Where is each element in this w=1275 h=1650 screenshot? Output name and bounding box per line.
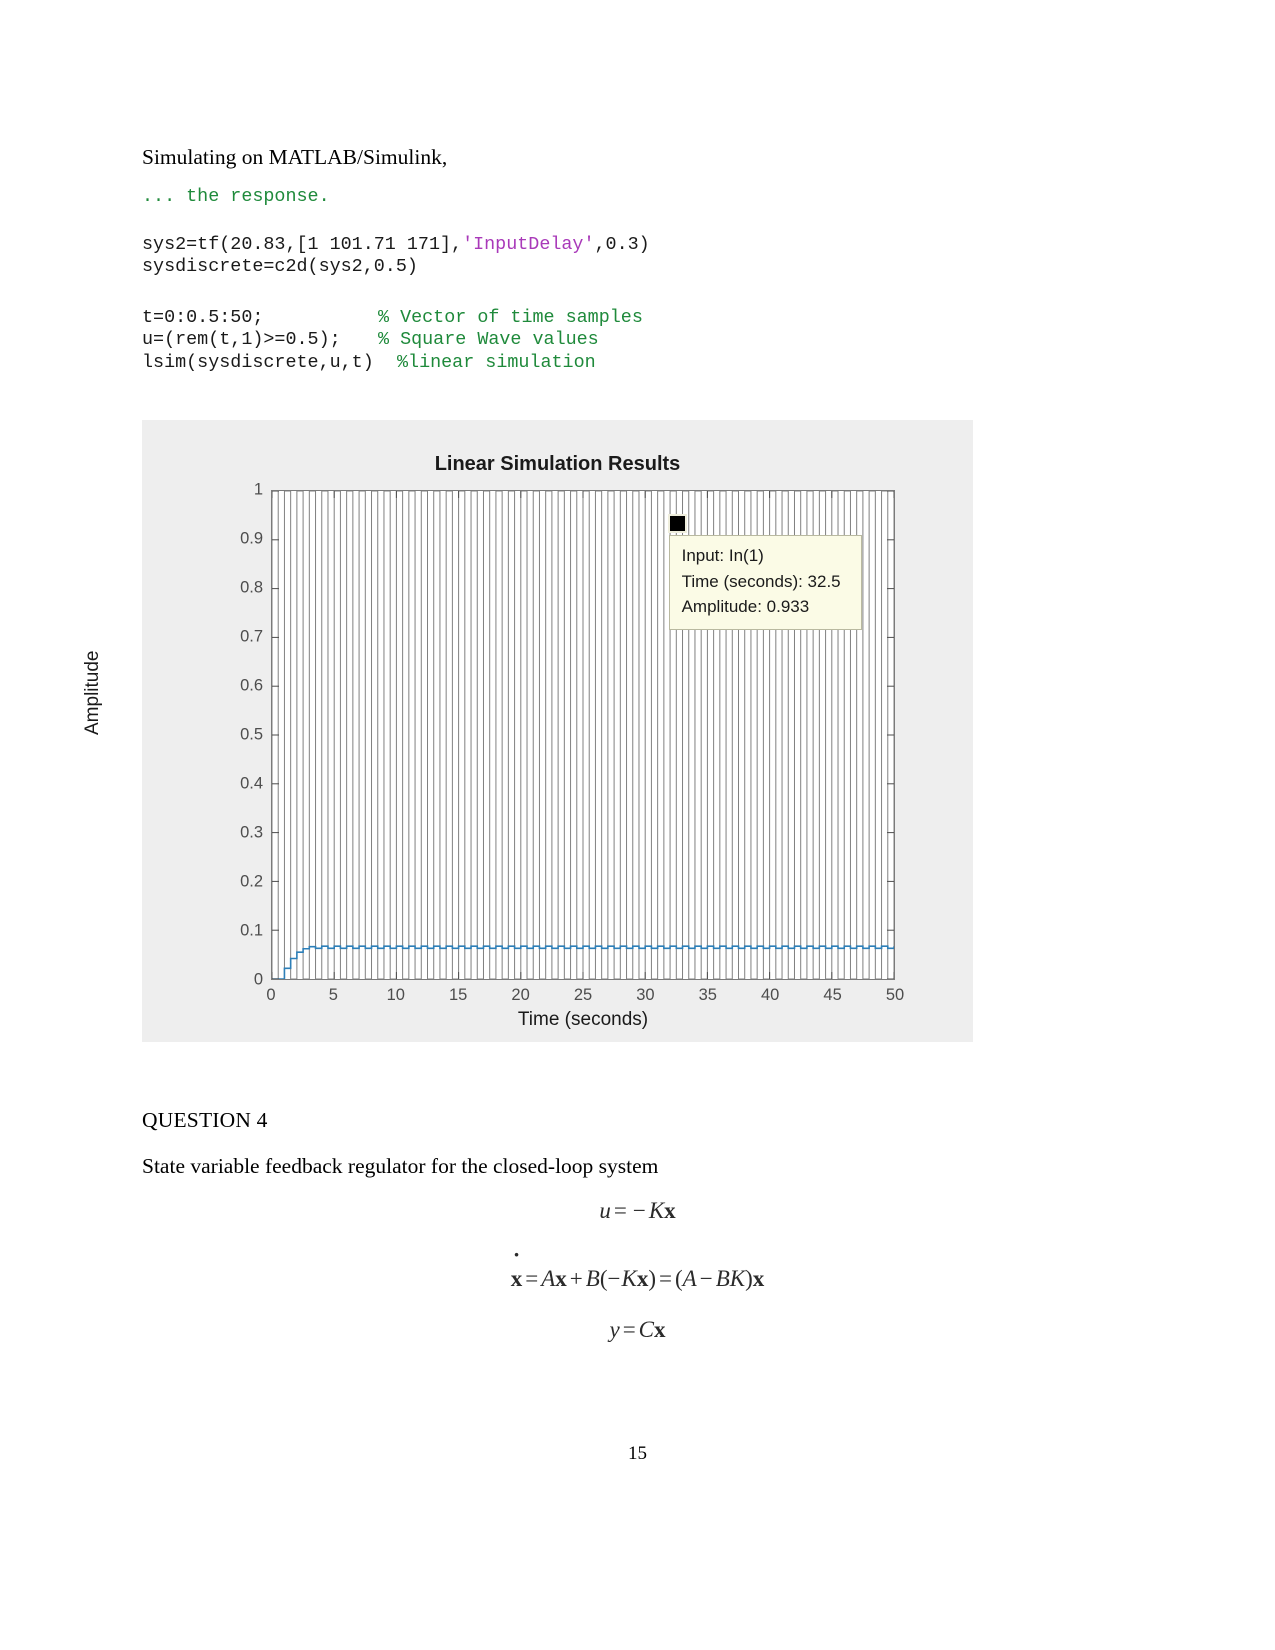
code-block-lsim: t=0:0.5:50; % Vector of time samples u=(r… [142,307,643,374]
document-page: Simulating on MATLAB/Simulink, ... the r… [0,0,1275,1650]
eq3-y: y [609,1317,620,1342]
eq1-equals: = [613,1198,627,1223]
y-axis-label: Amplitude [82,650,103,736]
x-tick-label: 30 [636,986,655,1004]
data-cursor-marker[interactable] [667,513,687,533]
y-tick-label: 0.8 [240,578,263,597]
eq2-open-paren-2: ( [674,1266,683,1291]
code-lsim-line3-comment: %linear simulation [397,351,596,373]
code-lsim-line1-code: t=0:0.5:50; [142,307,264,328]
code-comment-text: ... the response. [142,186,330,207]
datatip-time: Time (seconds): 32.5 [681,571,841,591]
x-tick-label: 20 [511,986,530,1004]
y-tick-label: 0.7 [240,627,263,646]
x-tick-label: 15 [449,986,468,1004]
eq2-xdot: x [511,1266,523,1292]
eq3-x: x [654,1317,666,1342]
y-tick-label: 0.3 [240,823,263,842]
eq2-equals-1: = [525,1266,539,1291]
intro-paragraph: Simulating on MATLAB/Simulink, [142,145,448,169]
code-lsim-line1-comment: % Vector of time samples [378,307,643,328]
eq2-open-paren: ( [599,1266,608,1291]
eq1-x: x [664,1198,676,1223]
equation-control-law: u = − Kx [0,1198,1275,1224]
eq2-x-2: x [636,1266,649,1291]
y-tick-label: 0.5 [240,725,263,744]
eq2-x-3: x [752,1266,765,1291]
eq3-C: C [638,1317,655,1342]
code-comment-top: ... the response. [142,186,330,208]
eq2-A-2: A [682,1266,697,1291]
x-tick-label: 45 [823,986,842,1004]
y-tick-label: 1 [253,480,263,499]
code-lsim-line3-code: lsim(sysdiscrete,u,t) [142,351,374,373]
equation-output: y = Cx [0,1317,1275,1343]
x-axis-label: Time (seconds) [517,1009,649,1030]
datatip-input: Input: In(1) [681,545,764,565]
eq2-plus: + [569,1266,583,1291]
eq2-close-paren: ) [648,1266,656,1291]
x-tick-label: 35 [698,986,717,1004]
y-tick-label: 0.2 [240,872,263,891]
data-tip-tooltip[interactable]: Input: In(1) Time (seconds): 32.5 Amplit… [668,534,862,631]
eq1-K: K [648,1198,665,1223]
eq2-B: B [585,1266,600,1291]
code-line1-part-b: ,0.3) [594,234,650,255]
eq2-A: A [541,1266,556,1291]
y-tick-label: 0.6 [240,676,263,695]
eq2-minus: − [607,1266,621,1291]
code-lsim-line2-comment: % Square Wave values [378,329,599,351]
eq1-u: u [599,1198,611,1223]
eq3-equals: = [622,1317,636,1342]
eq2-close-paren-2: ) [745,1266,753,1291]
matlab-figure: Linear Simulation Results Amplitude 0 0.1… [82,420,973,1042]
y-tick-label: 0.9 [240,529,263,548]
x-tick-label: 25 [573,986,593,1004]
eq1-minus: − [632,1198,646,1223]
y-tick-label: 0.4 [240,774,263,793]
x-tick-label: 5 [328,986,338,1004]
eq2-BK: BK [715,1266,746,1291]
y-tick-label: 0 [253,970,263,989]
code-lsim-line2-code: u=(rem(t,1)>=0.5); [142,329,341,351]
chart-title: Linear Simulation Results [434,453,681,475]
x-tick-label: 10 [386,986,405,1004]
equation-state-dynamics: x=Ax+B(−Kx)=(A−BK)x [0,1266,1275,1292]
x-tick-label: 50 [885,986,905,1004]
datatip-amplitude: Amplitude: 0.933 [681,597,810,617]
code-line1-string: 'InputDelay' [462,234,595,255]
question-description: State variable feedback regulator for th… [142,1154,659,1178]
eq2-K: K [621,1266,637,1291]
y-tick-label: 0.1 [240,921,263,940]
eq2-minus-2: − [699,1266,713,1291]
page-number: 15 [628,1443,647,1464]
code-line2: sysdiscrete=c2d(sys2,0.5) [142,256,418,278]
question-heading: QUESTION 4 [142,1108,268,1132]
x-tick-label: 0 [266,986,276,1004]
code-line1-part-a: sys2=tf(20.83,[1 101.71 171], [142,234,463,255]
eq2-x-1: x [555,1266,567,1291]
code-block-tf: sys2=tf(20.83,[1 101.71 171],'InputDelay… [142,234,650,279]
eq2-equals-2: = [659,1266,672,1291]
x-tick-label: 40 [761,986,780,1004]
